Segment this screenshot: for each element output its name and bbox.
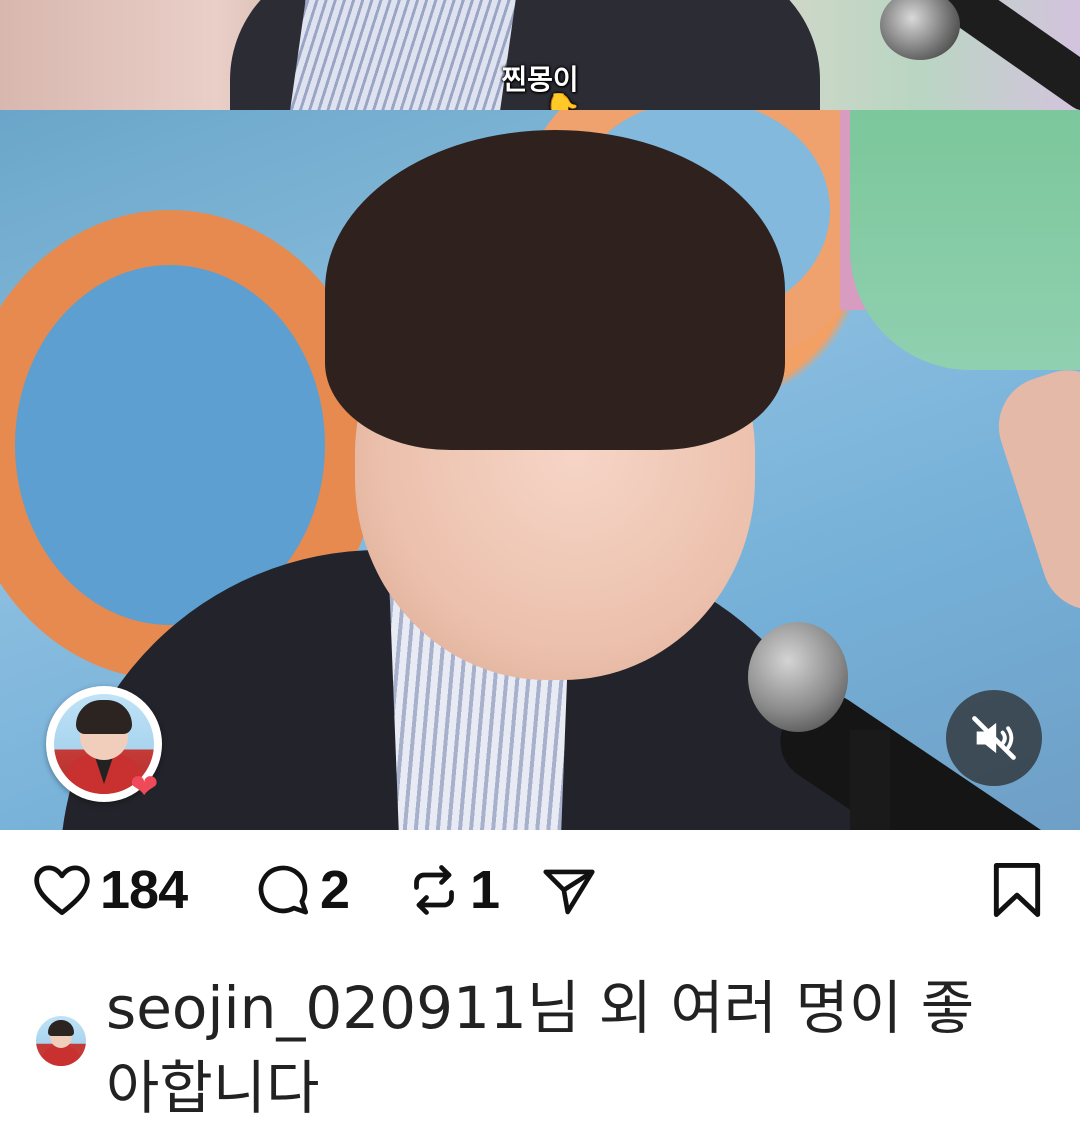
bookmark-outline-icon bbox=[993, 863, 1041, 917]
repost-button[interactable]: 1 bbox=[404, 848, 500, 932]
post-media[interactable]: 찐몽이 👇 ❤ bbox=[0, 0, 1080, 830]
like-button[interactable]: 184 bbox=[30, 848, 188, 932]
liker-avatar[interactable] bbox=[36, 1016, 86, 1066]
comment-bubble-icon bbox=[258, 865, 309, 915]
previous-frame-strip: 찐몽이 👇 bbox=[0, 0, 1080, 110]
likes-summary[interactable]: seojin_020911님 외 여러 명이 좋아합니다 bbox=[0, 960, 1080, 1122]
share-button[interactable] bbox=[538, 848, 600, 932]
repost-arrows-icon bbox=[414, 865, 454, 915]
mute-button[interactable] bbox=[946, 690, 1042, 786]
heart-outline-icon bbox=[34, 865, 90, 916]
subtitle-text: 찐몽이 bbox=[501, 63, 579, 96]
like-count: 184 bbox=[100, 860, 188, 920]
speaker-muted-icon bbox=[972, 716, 1016, 760]
post-action-bar: 184 2 1 bbox=[0, 848, 1080, 932]
video-frame bbox=[0, 110, 1080, 830]
repost-count: 1 bbox=[470, 860, 500, 920]
bookmark-button[interactable] bbox=[988, 848, 1046, 932]
comment-button[interactable]: 2 bbox=[252, 848, 350, 932]
paper-plane-icon bbox=[543, 869, 595, 915]
comment-count: 2 bbox=[320, 860, 350, 920]
pointing-down-icon: 👇 bbox=[544, 93, 582, 110]
heart-icon: ❤ bbox=[130, 768, 159, 806]
likes-summary-text: seojin_020911님 외 여러 명이 좋아합니다 bbox=[106, 974, 975, 1122]
